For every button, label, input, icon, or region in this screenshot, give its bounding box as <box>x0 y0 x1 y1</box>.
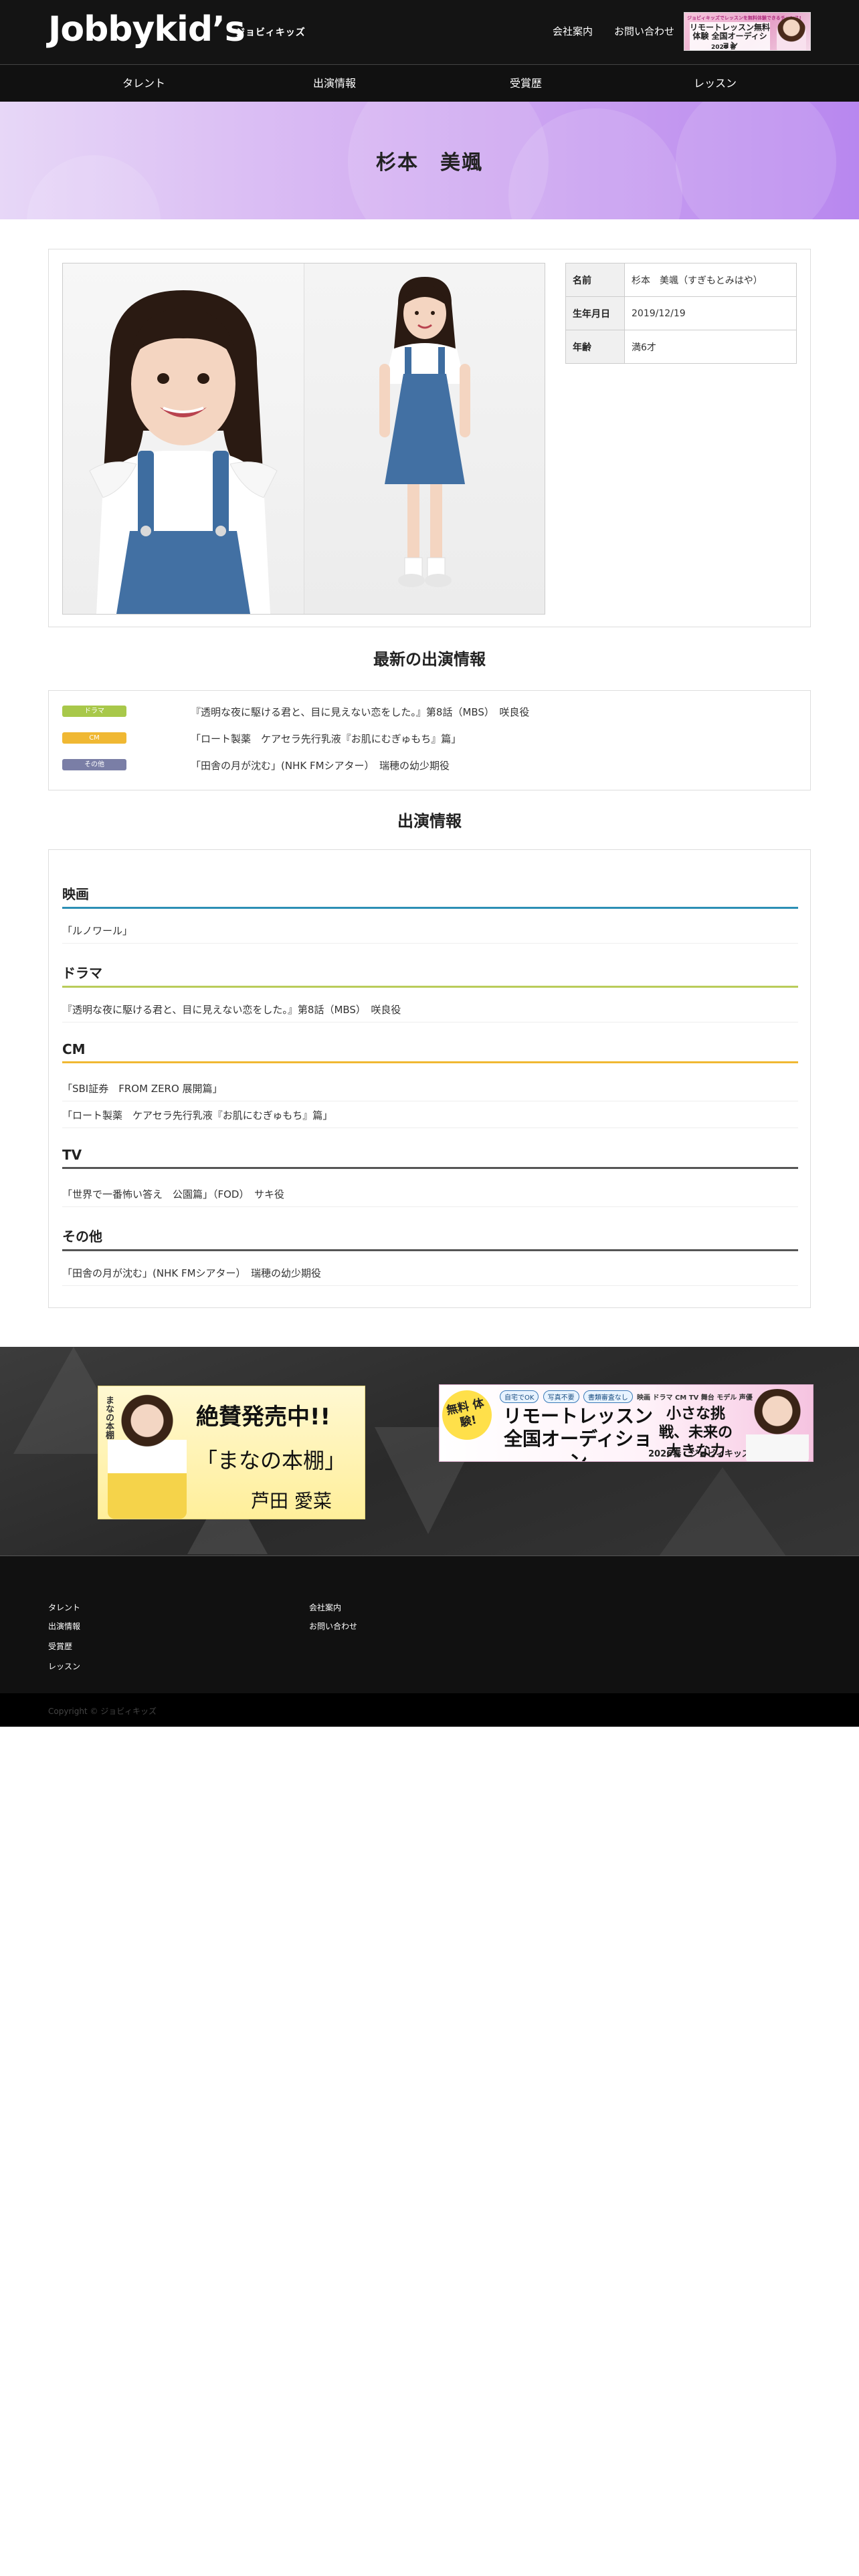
audition-promo-banner[interactable]: 無料 体験! 自宅でOK 写真不要 書類審査なし 映画 ドラマ CM TV 舞台… <box>439 1384 814 1462</box>
category-heading-other: その他 <box>62 1226 798 1251</box>
audition-tag: 書類審査なし <box>583 1390 633 1403</box>
appearance-item: 「ロート製薬 ケアセラ先行乳液『お肌にむぎゅもち』篇」 <box>62 1101 798 1128</box>
latest-appearances: ドラマ 『透明な夜に駆ける君と、目に見えない恋をした。』第8話（MBS） 咲良役… <box>48 690 811 790</box>
audition-headline: リモートレッスン 全国オーディション <box>502 1405 653 1462</box>
promo-banner-section: まなの本棚 絶賛発売中!! 「まなの本棚」 芦田 愛菜 無料 体験! 自宅でOK… <box>0 1347 859 1555</box>
appearance-item: 「田舎の月が沈む」(NHK FMシアター） 瑞穂の幼少期役 <box>62 1259 798 1286</box>
profile-card: 名前 杉本 美颯（すぎもとみはや） 生年月日 2019/12/19 年齢 満6才 <box>48 249 811 627</box>
copyright-text: Copyright © ジョビィキッズ <box>48 1707 157 1716</box>
book-banner-side-text: まなの本棚 <box>104 1396 114 1439</box>
profile-photo-fullbody[interactable] <box>304 263 545 614</box>
latest-item[interactable]: ドラマ 『透明な夜に駆ける君と、目に見えない恋をした。』第8話（MBS） 咲良役 <box>62 703 798 719</box>
header-banner-year: 2026 春 <box>711 44 737 51</box>
page-title: 杉本 美颯 <box>376 151 483 175</box>
book-banner-photo <box>108 1393 187 1519</box>
audition-banner-photo <box>746 1389 809 1461</box>
footer-link-lessons[interactable]: レッスン <box>48 1660 80 1672</box>
category-heading-tv: TV <box>62 1147 798 1169</box>
decor-triangle <box>656 1467 789 1555</box>
footer-link-talent[interactable]: タレント <box>48 1602 80 1613</box>
appearances-list: 映画 「ルノワール」 ドラマ 『透明な夜に駆ける君と、目に見えない恋をした。』第… <box>48 849 811 1308</box>
appearance-item: 「ルノワール」 <box>62 917 798 944</box>
header-banner-photo <box>777 17 806 50</box>
appearance-item: 「世界で一番怖い答え 公園篇」（FOD） サキ役 <box>62 1180 798 1207</box>
appearances-section-title: 出演情報 <box>397 812 462 831</box>
appearance-item: 「SBI証券 FROM ZERO 展開篇」 <box>62 1075 798 1101</box>
profile-info-table: 名前 杉本 美颯（すぎもとみはや） 生年月日 2019/12/19 年齢 満6才 <box>565 263 797 364</box>
latest-item[interactable]: その他 「田舎の月が沈む」(NHK FMシアター） 瑞穂の幼少期役 <box>62 756 798 772</box>
footer-link-awards[interactable]: 受賞歴 <box>48 1640 72 1652</box>
category-badge: ドラマ <box>62 706 126 717</box>
profile-value: 杉本 美颯（すぎもとみはや） <box>624 263 797 297</box>
site-logo[interactable]: Jobbykid’s <box>48 9 246 49</box>
book-promo-banner[interactable]: まなの本棚 絶賛発売中!! 「まなの本棚」 芦田 愛菜 <box>98 1386 365 1519</box>
footer-link-appearances[interactable]: 出演情報 <box>48 1620 80 1632</box>
latest-section-title: 最新の出演情報 <box>373 650 486 669</box>
profile-row-name: 名前 杉本 美颯（すぎもとみはや） <box>565 263 797 297</box>
latest-item-text: 「田舎の月が沈む」(NHK FMシアター） 瑞穂の幼少期役 <box>191 760 450 772</box>
nav-item-talent[interactable]: タレント <box>47 65 241 102</box>
profile-photo-closeup[interactable] <box>63 263 304 614</box>
header-link-company[interactable]: 会社案内 <box>553 24 593 38</box>
audition-tag: 写真不要 <box>543 1390 579 1403</box>
nav-item-awards[interactable]: 受賞歴 <box>429 65 623 102</box>
category-badge: その他 <box>62 759 126 770</box>
nav-item-appearances[interactable]: 出演情報 <box>237 65 432 102</box>
site-header: Jobbykid’s ジョビィキッズ 会社案内 お問い合わせ ジョビィキッズでレ… <box>0 0 859 64</box>
category-heading-movie: 映画 <box>62 883 798 909</box>
audition-free-badge: 無料 体験! <box>440 1386 496 1444</box>
profile-value: 満6才 <box>624 330 797 364</box>
site-logo-sub: ジョビィキッズ <box>235 27 306 38</box>
profile-key: 名前 <box>565 263 625 297</box>
appearance-item: 『透明な夜に駆ける君と、目に見えない恋をした。』第8話（MBS） 咲良役 <box>62 996 798 1023</box>
category-heading-cm: CM <box>62 1041 798 1063</box>
site-footer: タレント 出演情報 受賞歴 レッスン 会社案内 お問い合わせ <box>0 1555 859 1693</box>
footer-link-contact[interactable]: お問い合わせ <box>309 1620 357 1632</box>
page-hero: 杉本 美颯 <box>0 102 859 219</box>
latest-item[interactable]: CM 「ロート製薬 ケアセラ先行乳液『お肌にむぎゅもち』篇」 <box>62 730 798 746</box>
nav-item-lessons[interactable]: レッスン <box>618 65 812 102</box>
profile-row-birthday: 生年月日 2019/12/19 <box>565 296 797 330</box>
category-heading-drama: ドラマ <box>62 962 798 988</box>
profile-value: 2019/12/19 <box>624 296 797 330</box>
footer-link-company[interactable]: 会社案内 <box>309 1602 341 1613</box>
category-badge: CM <box>62 732 126 744</box>
audition-year: 2026春 ジョビィキッズ <box>648 1449 751 1459</box>
profile-key: 年齢 <box>565 330 625 364</box>
profile-key: 生年月日 <box>565 296 625 330</box>
profile-row-age: 年齢 満6才 <box>565 330 797 364</box>
profile-photos <box>62 263 545 615</box>
book-banner-title: 「まなの本棚」 <box>196 1448 347 1473</box>
audition-tags: 自宅でOK 写真不要 書類審査なし 映画 ドラマ CM TV 舞台 モデル 声優 <box>500 1390 753 1403</box>
fullbody-illustration <box>379 277 470 587</box>
audition-genres: 映画 ドラマ CM TV 舞台 モデル 声優 <box>637 1394 753 1402</box>
book-banner-author: 芦田 愛菜 <box>251 1490 332 1512</box>
audition-tag: 自宅でOK <box>500 1390 539 1403</box>
header-link-contact[interactable]: お問い合わせ <box>614 24 674 38</box>
latest-item-text: 『透明な夜に駆ける君と、目に見えない恋をした。』第8話（MBS） 咲良役 <box>191 706 530 718</box>
main-nav: タレント 出演情報 受賞歴 レッスン <box>0 64 859 102</box>
book-banner-headline: 絶賛発売中!! <box>196 1404 331 1430</box>
copyright-bar: Copyright © ジョビィキッズ <box>0 1693 859 1727</box>
header-audition-banner[interactable]: ジョビィキッズでレッスンを無料体験できるチャンス! リモートレッスン無料体験 全… <box>684 12 811 51</box>
closeup-illustration <box>89 290 278 614</box>
latest-item-text: 「ロート製薬 ケアセラ先行乳液『お肌にむぎゅもち』篇」 <box>191 733 462 745</box>
